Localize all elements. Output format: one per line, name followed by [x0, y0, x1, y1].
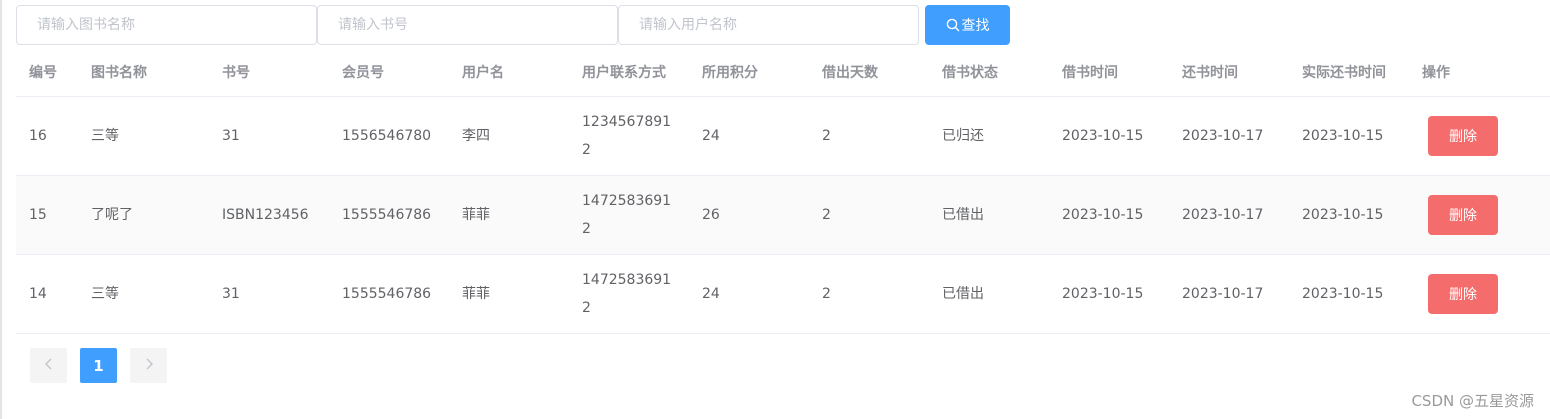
cell-actual-return-time: 2023-10-15	[1302, 286, 1384, 302]
cell-book-name: 三等	[91, 128, 119, 144]
header-contact: 用户联系方式	[582, 64, 666, 81]
table-row: 15 了呢了 ISBN123456 1555546786 菲菲 14725836…	[16, 176, 1550, 255]
header-days: 借出天数	[822, 64, 878, 81]
user-name-search-input[interactable]	[618, 5, 919, 45]
cell-status: 已借出	[942, 207, 984, 223]
next-page-button[interactable]	[130, 348, 167, 383]
cell-id: 16	[29, 128, 47, 144]
delete-button[interactable]: 删除	[1428, 195, 1498, 235]
cell-username: 菲菲	[462, 286, 490, 302]
book-name-search-input[interactable]	[16, 5, 317, 45]
search-icon	[946, 18, 960, 32]
search-bar: 查找	[16, 5, 1010, 45]
header-return-time: 还书时间	[1182, 64, 1238, 81]
cell-borrow-time: 2023-10-15	[1062, 286, 1144, 302]
cell-member-no: 1555546786	[342, 207, 432, 223]
header-actual-return-time: 实际还书时间	[1302, 64, 1386, 81]
cell-actions: 删除	[1409, 116, 1529, 156]
cell-member-no: 1555546786	[342, 286, 432, 302]
header-actions: 操作	[1422, 64, 1450, 81]
header-id: 编号	[29, 64, 57, 81]
cell-points: 26	[702, 207, 720, 223]
cell-borrow-time: 2023-10-15	[1062, 207, 1144, 223]
cell-status: 已借出	[942, 286, 984, 302]
cell-actual-return-time: 2023-10-15	[1302, 128, 1384, 144]
search-button-label: 查找	[961, 18, 990, 34]
cell-member-no: 1556546780	[342, 128, 432, 144]
cell-isbn: 31	[222, 286, 240, 302]
search-button[interactable]: 查找	[925, 5, 1010, 45]
left-border	[0, 0, 2, 419]
cell-days: 2	[822, 128, 831, 144]
header-member-no: 会员号	[342, 64, 384, 81]
header-borrow-time: 借书时间	[1062, 64, 1118, 81]
isbn-search-input[interactable]	[317, 5, 618, 45]
cell-book-name: 三等	[91, 286, 119, 302]
cell-actions: 删除	[1409, 195, 1529, 235]
cell-id: 15	[29, 207, 47, 223]
chevron-right-icon	[144, 358, 154, 374]
cell-actions: 删除	[1409, 274, 1529, 314]
cell-username: 李四	[462, 128, 490, 144]
cell-contact: 14725836912	[582, 193, 672, 237]
cell-status: 已归还	[942, 128, 984, 144]
chevron-left-icon	[44, 358, 54, 374]
page-number-button[interactable]: 1	[80, 348, 117, 383]
cell-points: 24	[702, 286, 720, 302]
cell-contact-wrap: 14725836912	[569, 187, 689, 243]
cell-borrow-time: 2023-10-15	[1062, 128, 1144, 144]
cell-id: 14	[29, 286, 47, 302]
cell-book-name: 了呢了	[91, 207, 133, 223]
cell-contact: 14725836912	[582, 272, 672, 316]
cell-return-time: 2023-10-17	[1182, 128, 1264, 144]
table-header: 编号 图书名称 书号 会员号 用户名 用户联系方式 所用积分 借出天数 借书状态…	[16, 47, 1550, 97]
cell-points: 24	[702, 128, 720, 144]
header-isbn: 书号	[222, 64, 250, 81]
cell-username: 菲菲	[462, 207, 490, 223]
watermark: CSDN @五星资源	[1411, 392, 1534, 410]
prev-page-button[interactable]	[30, 348, 67, 383]
borrow-records-table: 编号 图书名称 书号 会员号 用户名 用户联系方式 所用积分 借出天数 借书状态…	[16, 47, 1550, 334]
header-points: 所用积分	[702, 64, 758, 81]
cell-isbn: ISBN123456	[222, 207, 309, 223]
cell-contact-wrap: 12345678912	[569, 108, 689, 164]
cell-contact-wrap: 14725836912	[569, 266, 689, 322]
cell-days: 2	[822, 286, 831, 302]
cell-return-time: 2023-10-17	[1182, 207, 1264, 223]
pagination: 1	[30, 348, 167, 383]
header-book-name: 图书名称	[91, 64, 147, 81]
delete-button[interactable]: 删除	[1428, 116, 1498, 156]
cell-actual-return-time: 2023-10-15	[1302, 207, 1384, 223]
cell-days: 2	[822, 207, 831, 223]
table-row: 14 三等 31 1555546786 菲菲 14725836912 24 2 …	[16, 255, 1550, 334]
header-status: 借书状态	[942, 64, 998, 81]
delete-button[interactable]: 删除	[1428, 274, 1498, 314]
cell-return-time: 2023-10-17	[1182, 286, 1264, 302]
cell-contact: 12345678912	[582, 114, 672, 158]
cell-isbn: 31	[222, 128, 240, 144]
table-row: 16 三等 31 1556546780 李四 12345678912 24 2 …	[16, 97, 1550, 176]
header-username: 用户名	[462, 64, 504, 81]
